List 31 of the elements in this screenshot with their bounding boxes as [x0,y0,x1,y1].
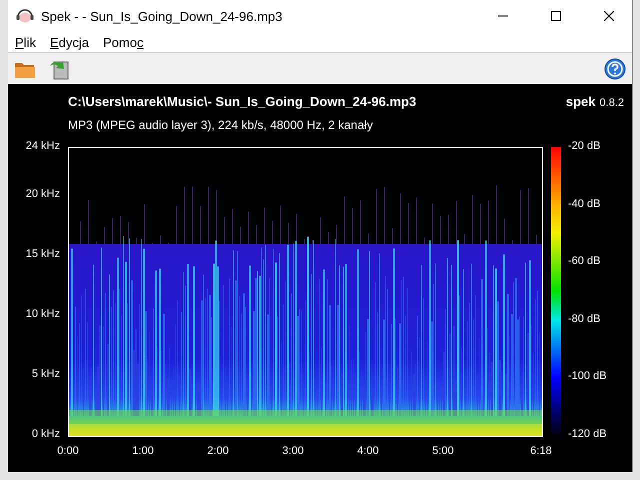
time-label: 1:00 [132,445,154,457]
audio-info: MP3 (MPEG audio layer 3), 224 kb/s, 48000 Hz, 2 kanały [68,118,374,134]
time-label: 4:00 [357,445,379,457]
menu-item[interactable]: Edycja [50,34,89,50]
frequency-label: 15 kHz [26,248,60,260]
decibel-label: -40 dB [568,198,600,210]
close-icon [604,11,614,21]
menu-item[interactable]: Plik [15,34,36,50]
window-title: Spek - - Sun_Is_Going_Down_24-96.mp3 [41,8,284,24]
menu-item[interactable]: Pomoc [102,34,144,50]
time-label: 3:00 [282,445,304,457]
time-label: 5:00 [432,445,454,457]
frequency-label: 5 kHz [32,368,60,380]
frequency-label: 20 kHz [26,188,60,200]
time-label: 6:18 [530,445,552,457]
time-label: 2:00 [207,445,229,457]
decibel-label: -20 dB [568,140,600,152]
frequency-label: 10 kHz [26,308,60,320]
decibel-label: -120 dB [568,428,607,440]
decibel-label: -100 dB [568,370,607,382]
app-icon [16,9,34,23]
maximize-icon [551,11,561,21]
frequency-label: 0 kHz [32,428,60,440]
app-name: spek [566,94,596,109]
frequency-label: 24 kHz [26,140,60,152]
decibel-label: -80 dB [568,312,600,325]
file-path: C:\Users\marek\Music\- Sun_Is_Going_Down_24-96.mp3 [68,94,418,109]
time-label: 0:00 [57,445,79,457]
help-button[interactable] [602,56,628,82]
decibel-label: -60 dB [568,255,600,268]
app-version: 0.8.2 [600,97,624,109]
